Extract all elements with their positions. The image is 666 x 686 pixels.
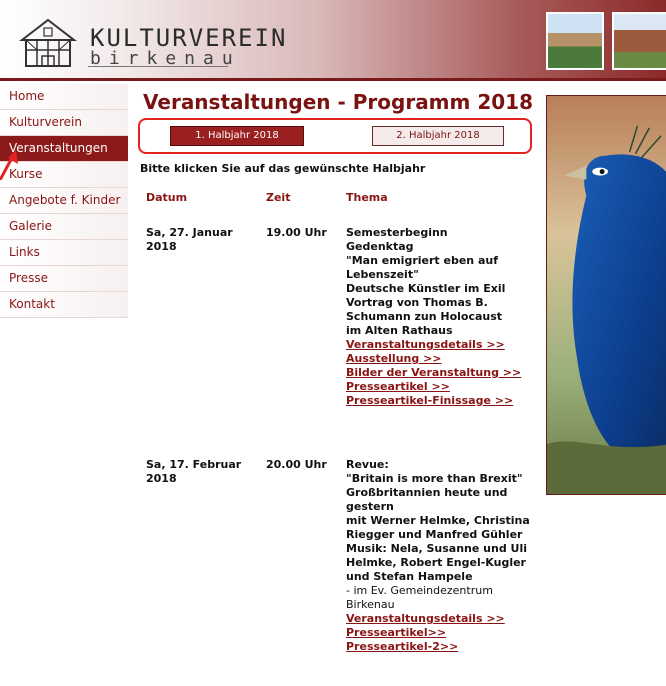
sidebar-item-kulturverein[interactable]: Kulturverein <box>0 110 128 136</box>
tab-halbjahr-2[interactable]: 2. Halbjahr 2018 <box>372 126 504 146</box>
event-1-topic: Semesterbeginn Gedenktag "Man emigriert … <box>346 226 540 408</box>
event-topic-line: "Britain is more than Brexit" <box>346 472 523 485</box>
header-divider <box>0 78 666 81</box>
event-topic-line: Riegger und Manfred Gühler <box>346 528 523 541</box>
sidebar-item-presse[interactable]: Presse <box>0 266 128 292</box>
event-2-link-presseartikel-2[interactable]: Presseartikel-2>> <box>346 640 540 654</box>
sidebar-item-galerie[interactable]: Galerie <box>0 214 128 240</box>
event-1-link-ausstellung[interactable]: Ausstellung >> <box>346 352 540 366</box>
event-topic-line: Musik: Nela, Susanne und Uli <box>346 542 528 555</box>
event-1-link-bilder[interactable]: Bilder der Veranstaltung >> <box>346 366 540 380</box>
event-location-line: - im Ev. Gemeindezentrum <box>346 584 493 597</box>
sidebar-item-angebote-kinder[interactable]: Angebote f. Kinder <box>0 188 128 214</box>
sidebar-item-kontakt[interactable]: Kontakt <box>0 292 128 318</box>
sidebar-item-links[interactable]: Links <box>0 240 128 266</box>
event-topic-line: Vortrag von Thomas B. <box>346 296 488 309</box>
header-photo-building-2 <box>612 12 666 70</box>
event-topic-line: Großbritannien heute und <box>346 486 508 499</box>
event-location-line: Birkenau <box>346 598 395 611</box>
event-1-time: 19.00 Uhr <box>266 226 327 239</box>
event-topic-line: mit Werner Helmke, Christina <box>346 514 530 527</box>
event-topic-line: Helmke, Robert Engel-Kugler <box>346 556 526 569</box>
event-1-date-line2: 2018 <box>146 240 177 253</box>
sidebar-item-home[interactable]: Home <box>0 84 128 110</box>
event-topic-line: und Stefan Hampele <box>346 570 473 583</box>
event-2-topic: Revue: "Britain is more than Brexit" Gro… <box>346 458 540 654</box>
event-topic-line: "Man emigriert eben auf <box>346 254 498 267</box>
event-2-time: 20.00 Uhr <box>266 458 327 471</box>
peacock-image <box>546 95 666 495</box>
column-header-time: Zeit <box>266 191 291 204</box>
event-topic-line: Lebenszeit" <box>346 268 419 281</box>
red-arrow-icon <box>0 150 18 180</box>
instruction-text: Bitte klicken Sie auf das gewünschte Hal… <box>140 162 426 175</box>
event-topic-line: Semesterbeginn <box>346 226 448 239</box>
event-topic-line: im Alten Rathaus <box>346 324 453 337</box>
event-topic-line: Deutsche Künstler im Exil <box>346 282 506 295</box>
column-header-topic: Thema <box>346 191 388 204</box>
event-1-date-line1: Sa, 27. Januar <box>146 226 233 239</box>
header-photo-building-1 <box>546 12 604 70</box>
event-2-link-details[interactable]: Veranstaltungsdetails >> <box>346 612 540 626</box>
site-header: KULTURVEREIN birkenau <box>0 0 666 78</box>
event-topic-line: Gedenktag <box>346 240 414 253</box>
page-title: Veranstaltungen - Programm 2018 <box>143 90 533 114</box>
tab-halbjahr-1[interactable]: 1. Halbjahr 2018 <box>170 126 304 146</box>
event-1-link-details[interactable]: Veranstaltungsdetails >> <box>346 338 540 352</box>
event-1-link-finissage[interactable]: Presseartikel-Finissage >> <box>346 394 540 408</box>
event-2-date-line2: 2018 <box>146 472 177 485</box>
event-2-date-line1: Sa, 17. Februar <box>146 458 242 471</box>
event-topic-line: gestern <box>346 500 394 513</box>
event-topic-line: Schumann zun Holocaust <box>346 310 503 323</box>
event-topic-line: Revue: <box>346 458 389 471</box>
sidebar-nav: Home Kulturverein Veranstaltungen Kurse … <box>0 84 128 318</box>
column-header-date: Datum <box>146 191 188 204</box>
logo-underline <box>88 66 228 67</box>
event-1-link-presseartikel[interactable]: Presseartikel >> <box>346 380 540 394</box>
event-1-date: Sa, 27. Januar 2018 <box>146 226 256 254</box>
event-2-date: Sa, 17. Februar 2018 <box>146 458 256 486</box>
house-logo-icon[interactable] <box>18 16 78 68</box>
event-2-link-presseartikel[interactable]: Presseartikel>> <box>346 626 540 640</box>
